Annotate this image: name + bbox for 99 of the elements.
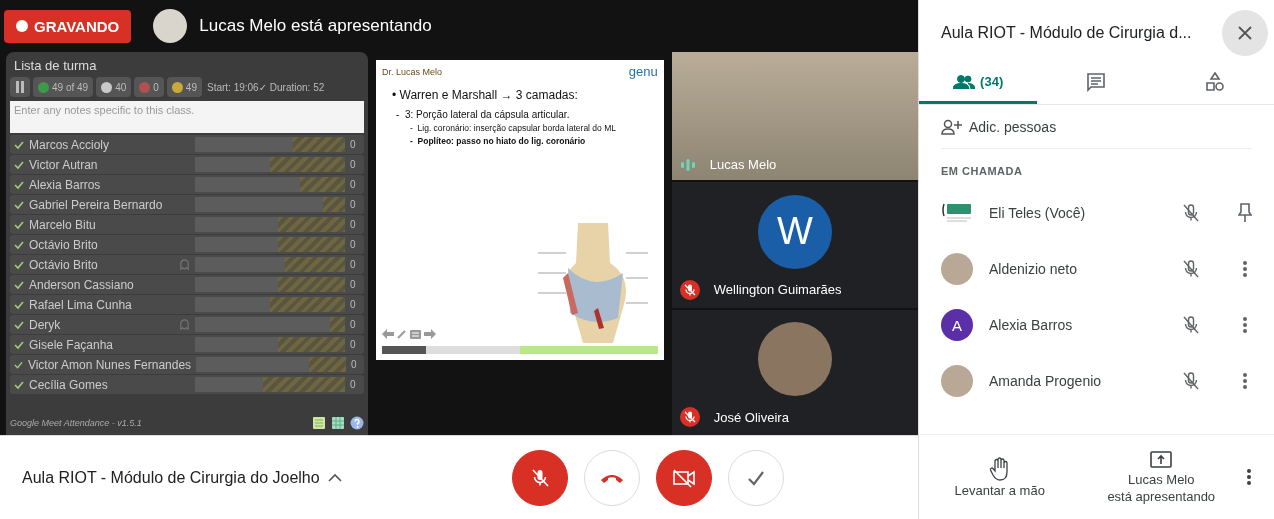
student-count: 0 <box>350 299 357 310</box>
more-options-icon[interactable] <box>1246 468 1252 486</box>
student-count: 0 <box>350 179 357 190</box>
student-count: 0 <box>350 139 357 150</box>
slide-point: - Poplíteo: passo no hiato do lig. coronário <box>410 136 587 146</box>
session-timing: Start: 19:06✓ Duration: 52 <box>206 81 325 93</box>
student-name: Deryk <box>29 317 62 332</box>
participant-name: Amanda Progenio <box>989 373 1103 389</box>
status-dot-icon <box>139 81 151 93</box>
student-count: 0 <box>350 239 357 250</box>
student-count: 0 <box>350 319 357 330</box>
camera-off-icon <box>672 467 696 488</box>
student-count: 0 <box>351 359 358 370</box>
recording-label: GRAVANDO <box>34 17 120 35</box>
check-icon[interactable] <box>14 359 23 370</box>
student-count: 0 <box>350 259 357 270</box>
check-icon[interactable] <box>14 279 24 290</box>
table-icon[interactable] <box>331 416 345 430</box>
check-icon[interactable] <box>14 139 24 150</box>
slide-heading: • Warren e Marshall → 3 camadas: <box>392 88 579 102</box>
student-name: Rafael Lima Cunha <box>29 297 133 312</box>
check-icon[interactable] <box>14 179 24 190</box>
hand-icon <box>988 456 1011 481</box>
participant-name: Eli Teles (Você) <box>989 205 1087 221</box>
check-icon <box>747 469 765 486</box>
participant-name: Alexia Barros <box>989 317 1074 333</box>
student-name: Alexia Barros <box>29 177 102 192</box>
close-button[interactable] <box>1222 10 1268 56</box>
brand-logo: genu <box>628 64 658 79</box>
student-count: 0 <box>350 219 357 230</box>
photo-avatar <box>941 365 973 397</box>
extension-version: Google Meet Attendance - v1.5.1 <box>10 418 143 428</box>
attendance-stat[interactable]: 40 <box>96 77 132 97</box>
participant-name: José Oliveira <box>713 409 789 425</box>
check-icon[interactable] <box>14 259 24 270</box>
student-name: Marcos Accioly <box>29 137 111 152</box>
student-name: Victor Amon Nunes Fernandes <box>27 357 192 372</box>
meeting-title: Aula RIOT - Módulo de Cirurgia do Joelho <box>22 468 320 487</box>
sheet-icon[interactable] <box>312 416 326 430</box>
add-person-icon <box>941 118 963 135</box>
student-name: Gabriel Pereira Bernardo <box>29 197 164 212</box>
student-name: Octávio Brito <box>29 237 99 252</box>
check-icon[interactable] <box>14 159 24 170</box>
shapes-icon <box>1204 71 1225 92</box>
check-icon[interactable] <box>14 199 24 210</box>
check-icon[interactable] <box>14 339 24 350</box>
slides-icon[interactable] <box>410 329 421 339</box>
student-name: Marcelo Bitu <box>29 217 97 232</box>
check-icon[interactable] <box>14 299 24 310</box>
check-icon[interactable] <box>14 219 24 230</box>
student-count: 0 <box>350 379 357 390</box>
attendance-stat[interactable]: 49 of 49 <box>33 77 94 97</box>
slide-subheading: - 3: Porção lateral da cápsula articular. <box>396 109 571 120</box>
pause-button[interactable] <box>10 77 30 97</box>
close-icon <box>1238 26 1252 40</box>
student-name: Gisele Façanha <box>29 337 115 352</box>
participant-name: Aldenizio neto <box>989 261 1078 277</box>
panel-title: Aula RIOT - Módulo de Cirurgia d... <box>941 24 1193 42</box>
caret-up-icon[interactable] <box>327 473 342 482</box>
ghost-icon <box>179 319 190 330</box>
pause-icon <box>15 81 25 93</box>
presenter-avatar <box>153 9 188 43</box>
chat-icon <box>1086 71 1107 92</box>
status-dot-icon <box>101 81 113 93</box>
back-arrow-icon[interactable] <box>382 329 394 339</box>
pin-icon[interactable] <box>1238 203 1252 223</box>
author-logo: Dr. Lucas Melo <box>382 66 443 77</box>
attendance-stat[interactable]: 49 <box>166 77 202 97</box>
check-icon[interactable] <box>14 379 24 390</box>
participant-name: Lucas Melo <box>709 157 777 172</box>
student-name: Victor Autran <box>29 157 99 172</box>
student-count: 0 <box>350 199 357 210</box>
initial-avatar: A <box>941 309 973 341</box>
ghost-icon <box>179 259 190 270</box>
attendance-title: Lista de turma <box>13 57 98 75</box>
student-count: 0 <box>350 339 357 350</box>
student-name: Anderson Cassiano <box>29 277 135 292</box>
notes-field[interactable]: Enter any notes specific to this class. <box>10 101 364 133</box>
section-heading: EM CHAMADA <box>941 165 1024 177</box>
photo-avatar <box>941 253 973 285</box>
check-icon[interactable] <box>14 239 24 250</box>
slide-point: - Lig. coronário: inserção capsular borda lateral do ML <box>410 123 617 133</box>
recording-dot-icon <box>16 20 28 32</box>
people-icon <box>953 74 976 89</box>
presenter-label: Lucas Melo está apresentando <box>199 16 432 36</box>
check-icon[interactable] <box>14 319 24 330</box>
help-icon[interactable] <box>350 416 364 430</box>
forward-arrow-icon[interactable] <box>424 329 436 339</box>
status-dot-icon <box>38 81 49 93</box>
pencil-icon[interactable] <box>397 329 407 339</box>
present-screen-icon <box>1149 450 1174 470</box>
status-dot-icon <box>171 81 183 93</box>
participant-avatar: W <box>757 194 832 269</box>
student-count: 0 <box>350 159 357 170</box>
attendance-stat[interactable]: 0 <box>134 77 164 97</box>
student-name: Octávio Brito <box>29 257 99 272</box>
student-count: 0 <box>350 279 357 290</box>
student-name: Cecília Gomes <box>29 377 109 392</box>
participant-name: Wellington Guimarães <box>713 282 842 297</box>
